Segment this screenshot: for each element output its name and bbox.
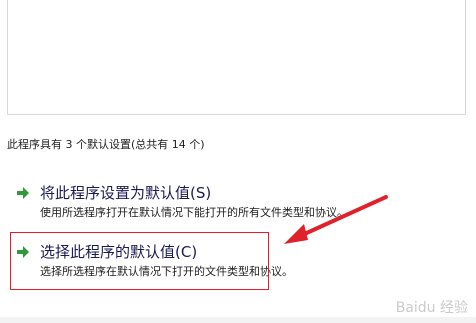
default-settings-summary: 此程序具有 3 个默认设置(总共有 14 个) xyxy=(7,138,205,151)
bottom-strip xyxy=(0,317,476,323)
annotation-highlight-box xyxy=(10,232,269,290)
baidu-watermark: Baidu 经验 xyxy=(395,300,468,316)
red-annotation-arrow xyxy=(284,195,388,244)
set-as-default-title[interactable]: 将此程序设置为默认值(S) xyxy=(40,182,211,203)
green-arrow-icon xyxy=(17,187,29,199)
program-description-panel xyxy=(7,0,466,115)
